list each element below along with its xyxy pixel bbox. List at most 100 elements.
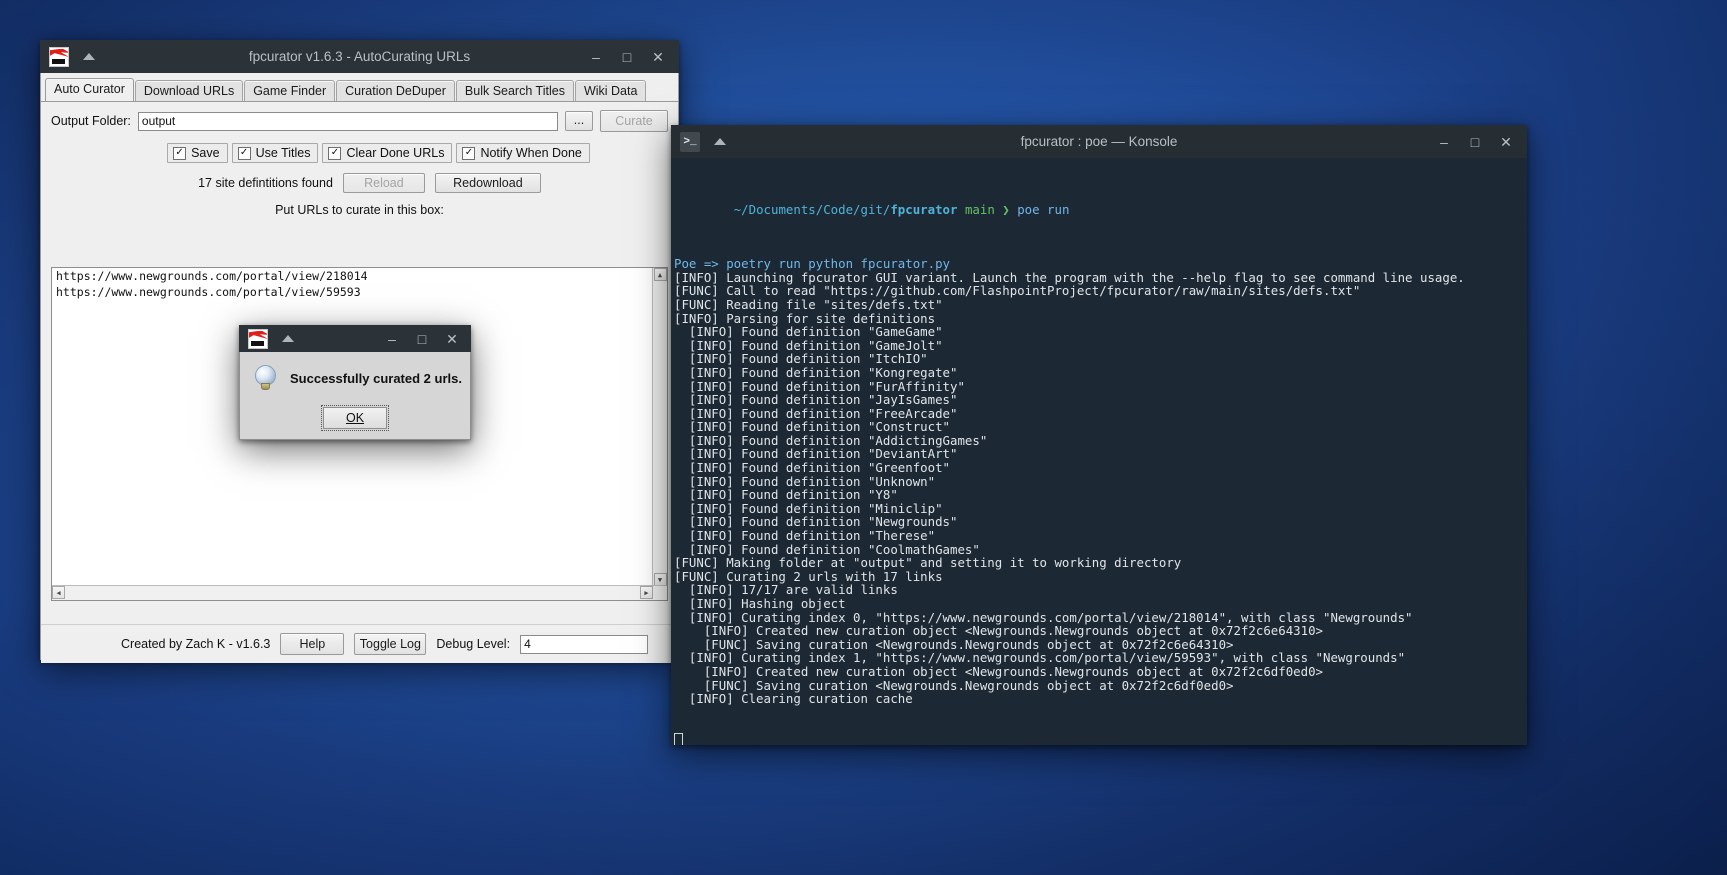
ok-button-label: OK (345, 411, 365, 425)
window-menu-caret-icon[interactable] (282, 335, 294, 342)
dialog-body: Successfully curated 2 urls. OK (239, 352, 471, 440)
window-menu-caret-icon[interactable] (83, 53, 95, 60)
terminal-line: [INFO] Found definition "Miniclip" (674, 500, 943, 516)
terminal-log-lines: Poe => poetry run python fpcurator.py [IN… (674, 257, 1527, 706)
ok-button[interactable]: OK (321, 405, 389, 431)
konsole-icon: >_ (680, 131, 700, 152)
checkbox-clear-done-urls-box[interactable]: ✓ (328, 146, 342, 160)
close-icon[interactable]: ✕ (445, 332, 459, 346)
browse-folder-button[interactable]: ... (565, 111, 593, 131)
terminal-line: [INFO] Hashing object (674, 596, 846, 611)
fpcurator-window-title: fpcurator v1.6.3 - AutoCurating URLs (248, 49, 471, 64)
urls-vertical-scrollbar[interactable]: ▲ ▼ (652, 268, 667, 600)
prompt-command: poe run (1017, 201, 1070, 217)
terminal-line: [FUNC] Saving curation <Newgrounds.Newgr… (674, 677, 1234, 693)
curate-button[interactable]: Curate (600, 110, 668, 132)
scroll-right-arrow-icon[interactable]: ▶ (640, 586, 653, 599)
checkbox-use-titles[interactable]: ✓ Use Titles (231, 143, 319, 163)
options-checkbox-row: ✓ Save ✓ Use Titles ✓ Clear Done URLs ✓ … (41, 143, 678, 163)
output-folder-row: Output Folder: ... Curate (41, 102, 678, 132)
checkbox-save-box[interactable]: ✓ (173, 146, 187, 160)
prompt-path: ~/Documents/Code/git/ (733, 201, 891, 217)
fpcurator-statusbar: Created by Zach K - v1.6.3 Help Toggle L… (41, 624, 678, 663)
minimize-icon[interactable]: – (1437, 135, 1451, 149)
terminal-line: [INFO] Found definition "GameJolt" (674, 337, 943, 353)
terminal-line: [INFO] Launching fpcurator GUI variant. … (674, 269, 1465, 285)
urls-horizontal-scrollbar[interactable]: ◀ ▶ (52, 585, 667, 600)
terminal-line: [INFO] Curating index 0, "https://www.ne… (674, 609, 1413, 625)
tab-bulk-search-titles[interactable]: Bulk Search Titles (455, 80, 574, 102)
fpcurator-titlebar[interactable]: fpcurator v1.6.3 - AutoCurating URLs – □… (40, 40, 679, 73)
dialog-window-controls: – □ ✕ (385, 332, 471, 346)
prompt-branch: main (964, 201, 995, 217)
reload-definitions-button[interactable]: Reload (342, 173, 425, 193)
titlebar-left-group (40, 46, 95, 67)
redownload-definitions-button[interactable]: Redownload (434, 173, 541, 193)
maximize-icon[interactable]: □ (620, 50, 634, 64)
success-dialog: – □ ✕ Successfully curated 2 urls. OK (239, 325, 471, 440)
dialog-message: Successfully curated 2 urls. (290, 370, 462, 386)
checkbox-notify-when-done[interactable]: ✓ Notify When Done (456, 143, 590, 163)
checkbox-save[interactable]: ✓ Save (167, 143, 228, 163)
checkbox-notify-when-done-label: Notify When Done (480, 146, 582, 160)
terminal-line: Poe => poetry run python fpcurator.py (674, 256, 951, 272)
checkbox-use-titles-label: Use Titles (255, 146, 311, 160)
tab-curation-deduper[interactable]: Curation DeDuper (336, 80, 455, 102)
help-button[interactable]: Help (280, 633, 345, 655)
tab-auto-curator[interactable]: Auto Curator (45, 78, 134, 101)
titlebar-window-controls: – □ ✕ (589, 50, 679, 64)
site-definitions-row: 17 site defintitions found Reload Redown… (41, 173, 678, 193)
terminal-line: [FUNC] Reading file "sites/defs.txt" (674, 296, 943, 312)
terminal-line: [INFO] Found definition "Therese" (674, 528, 936, 544)
terminal-line: [INFO] Found definition "Unknown" (674, 473, 936, 489)
terminal-line: [INFO] Found definition "FurAffinity" (674, 378, 965, 394)
window-menu-caret-icon[interactable] (714, 138, 726, 145)
tab-wiki-data[interactable]: Wiki Data (574, 80, 647, 102)
scroll-left-arrow-icon[interactable]: ◀ (52, 586, 65, 599)
minimize-icon[interactable]: – (589, 50, 603, 64)
dialog-titlebar[interactable]: – □ ✕ (239, 325, 471, 352)
maximize-icon[interactable]: □ (415, 332, 429, 346)
konsole-window-title: fpcurator : poe — Konsole (1020, 134, 1178, 149)
checkbox-clear-done-urls-label: Clear Done URLs (346, 146, 445, 160)
terminal-line: [INFO] Found definition "CoolmathGames" (674, 541, 980, 557)
minimize-icon[interactable]: – (385, 332, 399, 346)
text-cursor-icon (674, 732, 683, 745)
terminal-line: [INFO] Found definition "Kongregate" (674, 364, 958, 380)
checkbox-clear-done-urls[interactable]: ✓ Clear Done URLs (322, 143, 453, 163)
prompt-symbol-icon: ❯ (1002, 201, 1010, 217)
maximize-icon[interactable]: □ (1468, 135, 1482, 149)
konsole-titlebar-left: >_ (671, 131, 726, 152)
tab-game-finder[interactable]: Game Finder (244, 80, 336, 102)
terminal-line: [INFO] Clearing curation cache (674, 691, 913, 707)
konsole-titlebar[interactable]: >_ fpcurator : poe — Konsole – □ ✕ (671, 125, 1527, 158)
close-icon[interactable]: ✕ (651, 50, 665, 64)
checkbox-use-titles-box[interactable]: ✓ (237, 146, 251, 160)
urls-prompt-row: Put URLs to curate in this box: (41, 203, 678, 217)
tab-download-urls[interactable]: Download URLs (134, 80, 244, 102)
close-icon[interactable]: ✕ (1499, 135, 1513, 149)
scroll-up-arrow-icon[interactable]: ▲ (653, 268, 667, 281)
debug-level-input[interactable] (520, 634, 649, 654)
output-folder-input[interactable] (137, 111, 558, 131)
terminal-line: [INFO] Curating index 1, "https://www.ne… (674, 650, 1406, 666)
terminal-line: [INFO] Parsing for site definitions (674, 310, 936, 326)
dialog-message-row: Successfully curated 2 urls. (240, 352, 470, 391)
terminal-prompt-line: ~/Documents/Code/git/fpcurator main ❯ po… (674, 189, 1527, 230)
terminal-line: [INFO] Found definition "JayIsGames" (674, 392, 958, 408)
terminal-line: [INFO] Found definition "Greenfoot" (674, 460, 951, 476)
checkbox-notify-when-done-box[interactable]: ✓ (462, 146, 476, 160)
toggle-log-button[interactable]: Toggle Log (354, 633, 427, 655)
terminal-line: [INFO] Found definition "Y8" (674, 487, 898, 503)
credit-label: Created by Zach K - v1.6.3 (121, 637, 271, 651)
terminal-line: [INFO] Found definition "DeviantArt" (674, 446, 958, 462)
terminal-cursor-line (674, 732, 1527, 745)
debug-level-label: Debug Level: (436, 637, 511, 651)
fpcurator-app-icon (49, 46, 69, 67)
terminal-output[interactable]: ~/Documents/Code/git/fpcurator main ❯ po… (671, 158, 1527, 745)
url-line: https://www.newgrounds.com/portal/view/5… (56, 285, 361, 299)
terminal-line: [INFO] Found definition "Newgrounds" (674, 514, 958, 530)
konsole-body[interactable]: ~/Documents/Code/git/fpcurator main ❯ po… (671, 158, 1527, 745)
checkbox-save-label: Save (191, 146, 220, 160)
terminal-line: [INFO] Found definition "ItchIO" (674, 351, 928, 367)
